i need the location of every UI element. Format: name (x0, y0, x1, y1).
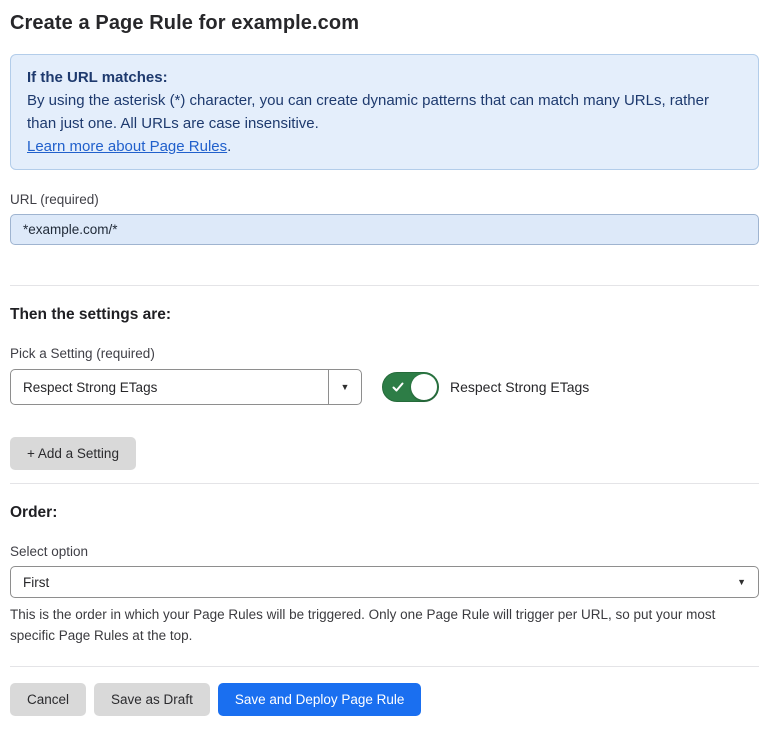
order-section-heading: Order: (10, 504, 759, 522)
respect-strong-etags-toggle[interactable] (382, 372, 439, 402)
chevron-down-icon[interactable]: ▼ (328, 370, 361, 404)
order-select[interactable]: First ▼ (10, 566, 759, 598)
save-as-draft-button[interactable]: Save as Draft (94, 683, 210, 716)
info-box-body: By using the asterisk (*) character, you… (27, 89, 742, 135)
info-box-link-line: Learn more about Page Rules. (27, 135, 742, 158)
save-and-deploy-button[interactable]: Save and Deploy Page Rule (218, 683, 422, 716)
order-select-label: Select option (10, 544, 759, 559)
page-title: Create a Page Rule for example.com (10, 12, 759, 35)
cancel-button[interactable]: Cancel (10, 683, 86, 716)
learn-more-link[interactable]: Learn more about Page Rules (27, 138, 227, 155)
divider (10, 483, 759, 484)
chevron-down-icon: ▼ (737, 577, 746, 587)
toggle-label: Respect Strong ETags (450, 379, 589, 395)
toggle-knob (411, 374, 437, 400)
settings-section-heading: Then the settings are: (10, 306, 759, 324)
add-setting-button[interactable]: + Add a Setting (10, 437, 136, 470)
setting-select-value: Respect Strong ETags (11, 370, 328, 404)
check-icon (392, 382, 404, 393)
info-box-heading: If the URL matches: (27, 66, 742, 89)
link-period: . (227, 138, 231, 155)
order-help-text: This is the order in which your Page Rul… (10, 604, 750, 646)
order-select-value: First (23, 575, 49, 590)
divider (10, 666, 759, 667)
url-field-label: URL (required) (10, 192, 759, 207)
setting-row: Respect Strong ETags ▼ Respect Strong ET… (10, 369, 759, 405)
url-input[interactable] (10, 214, 759, 245)
divider (10, 285, 759, 286)
setting-select[interactable]: Respect Strong ETags ▼ (10, 369, 362, 405)
pick-setting-label: Pick a Setting (required) (10, 346, 759, 361)
footer-actions: Cancel Save as Draft Save and Deploy Pag… (10, 683, 759, 716)
url-matches-info-box: If the URL matches: By using the asteris… (10, 54, 759, 170)
